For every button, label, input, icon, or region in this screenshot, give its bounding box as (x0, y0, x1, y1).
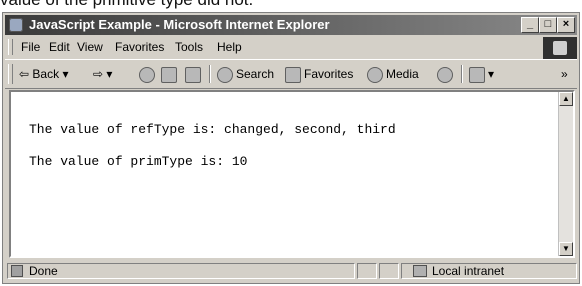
status-pane (379, 263, 399, 279)
menu-file[interactable]: File (21, 37, 40, 57)
menu-tools[interactable]: Tools (175, 37, 203, 57)
output-line-reftype: The value of refType is: changed, second… (29, 122, 396, 137)
menu-bar: File Edit View Favorites Tools Help (5, 37, 577, 57)
maximize-button[interactable]: □ (539, 17, 557, 33)
toolbar-separator (209, 65, 211, 83)
security-zone-label: Local intranet (432, 264, 505, 278)
scroll-down-button[interactable]: ▼ (559, 242, 573, 256)
close-button[interactable]: × (557, 17, 575, 33)
menu-view[interactable]: View (77, 37, 103, 57)
vertical-scrollbar[interactable]: ▲ ▼ (558, 92, 573, 256)
mail-button[interactable]: ▾ (469, 60, 494, 88)
status-text: Done (29, 264, 58, 278)
windows-logo (543, 37, 577, 59)
history-icon (437, 66, 453, 83)
back-dropdown-icon[interactable]: ▾ (62, 67, 68, 81)
media-icon (367, 66, 383, 83)
browser-window: JavaScript Example - Microsoft Internet … (2, 12, 580, 284)
status-pane (357, 263, 377, 279)
page-done-icon (11, 265, 23, 277)
stop-icon (139, 66, 155, 83)
menu-grip (8, 39, 13, 55)
title-bar: JavaScript Example - Microsoft Internet … (5, 15, 577, 35)
media-label: Media (386, 67, 419, 81)
stop-button[interactable] (139, 60, 158, 88)
favorites-label: Favorites (304, 67, 354, 81)
forward-arrow-icon: ⇨ (93, 67, 104, 81)
history-button[interactable] (437, 60, 456, 88)
favorites-icon (285, 66, 301, 83)
toolbar-grip (8, 64, 13, 84)
status-bar: Done Local intranet (5, 261, 577, 281)
toolbar-overflow-button[interactable]: » (561, 60, 568, 88)
window-title: JavaScript Example - Microsoft Internet … (29, 17, 330, 32)
mail-dropdown-icon[interactable]: ▾ (488, 67, 494, 81)
home-icon (185, 66, 201, 83)
page-caption: value of the primitive type did not. (0, 0, 582, 10)
refresh-icon (161, 66, 177, 83)
back-arrow-icon: ⇦ (19, 67, 30, 81)
mail-icon (469, 66, 485, 83)
refresh-button[interactable] (161, 60, 180, 88)
menu-favorites[interactable]: Favorites (115, 37, 164, 57)
minimize-button[interactable]: _ (521, 17, 539, 33)
scroll-up-button[interactable]: ▲ (559, 92, 573, 106)
forward-dropdown-icon[interactable]: ▾ (106, 67, 112, 81)
favorites-button[interactable]: Favorites (285, 60, 353, 88)
search-label: Search (236, 67, 275, 81)
search-button[interactable]: Search (217, 60, 274, 88)
throbber-icon (553, 41, 567, 55)
forward-button[interactable]: ⇨ ▾ (93, 60, 112, 88)
standard-toolbar: ⇦ Back ▾ ⇨ ▾ Search Favorites Media ▾ » (5, 59, 577, 89)
search-icon (217, 66, 233, 83)
back-button[interactable]: ⇦ Back ▾ (19, 60, 68, 88)
toolbar-separator (461, 65, 463, 83)
menu-help[interactable]: Help (217, 37, 242, 57)
intranet-icon (413, 265, 427, 277)
back-label: Back (32, 67, 60, 81)
menu-edit[interactable]: Edit (49, 37, 70, 57)
ie-app-icon (9, 18, 23, 32)
media-button[interactable]: Media (367, 60, 419, 88)
home-button[interactable] (185, 60, 204, 88)
status-pane-main (7, 263, 355, 279)
page-content: The value of refType is: changed, second… (9, 90, 575, 258)
output-line-primtype: The value of primType is: 10 (29, 154, 248, 169)
